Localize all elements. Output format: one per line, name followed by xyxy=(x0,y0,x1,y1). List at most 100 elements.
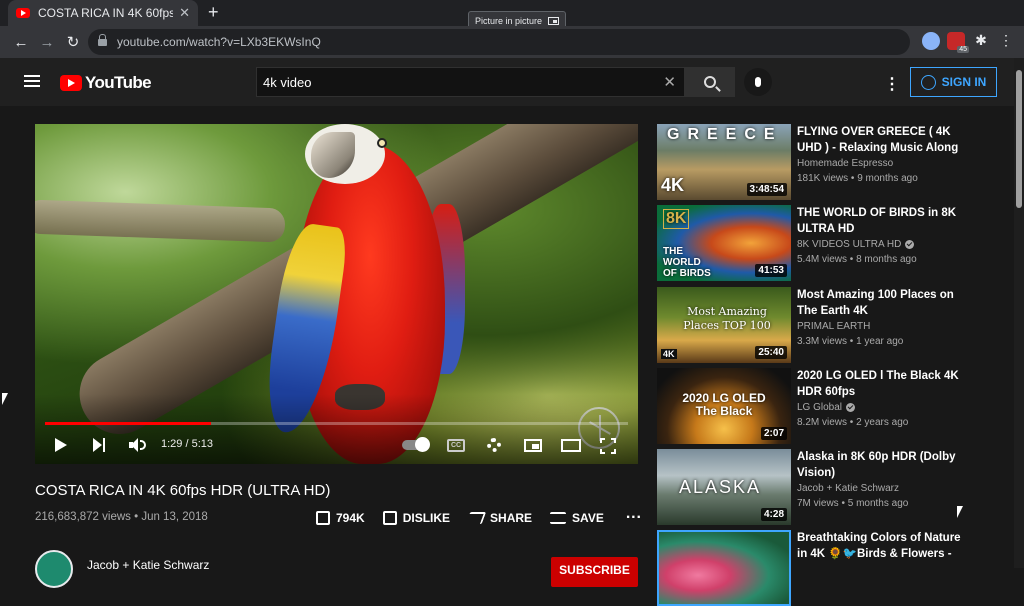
video-thumbnail[interactable]: GREECE 4K 3:48:54 xyxy=(657,124,791,200)
recommendation-stats: 3.3M views • 1 year ago xyxy=(797,336,904,347)
dislike-button[interactable]: DISLIKE xyxy=(382,511,451,525)
like-button[interactable]: 794K xyxy=(316,511,365,525)
save-button[interactable]: SAVE xyxy=(550,511,604,525)
next-icon[interactable] xyxy=(93,438,107,452)
address-bar[interactable]: youtube.com/watch?v=LXb3EKWsInQ xyxy=(88,29,910,55)
recommendation-stats: 8.2M views • 2 years ago xyxy=(797,417,909,428)
player-controls: 1:29 / 5:13 CC xyxy=(35,430,638,458)
extension-icon[interactable]: 45 xyxy=(947,32,969,53)
recommendation-channel[interactable]: PRIMAL EARTH xyxy=(797,321,870,332)
browser-toolbar: ← → ↻ youtube.com/watch?v=LXb3EKWsInQ 45… xyxy=(0,26,1024,58)
sign-in-label: SIGN IN xyxy=(941,75,987,89)
recommendation-item[interactable]: GREECE 4K 3:48:54 FLYING OVER GREECE ( 4… xyxy=(657,124,977,200)
forward-button[interactable]: → xyxy=(34,34,60,51)
fullscreen-icon[interactable] xyxy=(600,438,616,454)
volume-icon[interactable] xyxy=(129,438,147,452)
channel-label: Homemade Espresso xyxy=(797,158,894,169)
search-icon xyxy=(704,76,716,88)
reload-button[interactable]: ↻ xyxy=(60,33,86,51)
browser-menu-icon[interactable]: ⋮ xyxy=(997,32,1015,50)
autoplay-toggle[interactable] xyxy=(402,437,430,452)
verified-badge-icon xyxy=(846,403,856,412)
recommendation-channel[interactable]: 8K VIDEOS ULTRA HD xyxy=(797,239,915,250)
search-query[interactable]: 4k video xyxy=(263,75,663,90)
mouse-cursor-icon xyxy=(2,393,8,405)
recommendation-item[interactable]: Most Amazing Places TOP 100 4K 25:40 Mos… xyxy=(657,287,977,363)
browser-tab[interactable]: COSTA RICA IN 4K 60fps HDR (ULTRA HD) ✕ xyxy=(8,0,198,26)
settings-more-icon[interactable]: ⋮ xyxy=(884,74,900,94)
channel-label: Jacob + Katie Schwarz xyxy=(797,483,899,494)
recommendation-title[interactable]: Alaska in 8K 60p HDR (Dolby Vision) xyxy=(797,449,962,481)
new-tab-button[interactable]: + xyxy=(208,2,219,23)
thumbs-down-icon xyxy=(382,511,397,525)
scrollbar-thumb[interactable] xyxy=(1016,70,1022,208)
search-input[interactable]: 4k video ✕ xyxy=(256,67,685,97)
channel-label: LG Global xyxy=(797,402,843,413)
search-button[interactable] xyxy=(685,67,735,97)
video-title: COSTA RICA IN 4K 60fps HDR (ULTRA HD) xyxy=(35,482,331,499)
miniplayer-icon[interactable] xyxy=(524,439,542,452)
microphone-icon xyxy=(755,77,761,87)
channel-avatar[interactable] xyxy=(35,550,73,588)
video-player[interactable]: 1:29 / 5:13 CC xyxy=(35,124,638,464)
save-label: SAVE xyxy=(572,511,604,525)
recommendation-item[interactable]: 8K THE WORLD OF BIRDS 41:53 THE WORLD OF… xyxy=(657,205,977,281)
youtube-favicon-icon xyxy=(16,8,30,18)
recommendation-title[interactable]: 2020 LG OLED l The Black 4K HDR 60fps xyxy=(797,368,962,400)
url-text[interactable]: youtube.com/watch?v=LXb3EKWsInQ xyxy=(117,35,321,49)
extensions-puzzle-icon[interactable]: ✱ xyxy=(972,32,990,50)
recommendation-stats: 7M views • 5 months ago xyxy=(797,498,909,509)
clear-search-icon[interactable]: ✕ xyxy=(663,73,676,91)
more-actions-icon[interactable]: ··· xyxy=(626,509,642,527)
video-actions: 794K DISLIKE SHARE SAVE ··· xyxy=(316,507,642,529)
play-icon[interactable] xyxy=(55,438,67,452)
video-duration: 4:28 xyxy=(760,508,787,521)
back-button[interactable]: ← xyxy=(8,34,34,51)
recommendation-channel[interactable]: Jacob + Katie Schwarz xyxy=(797,483,899,494)
channel-label: 8K VIDEOS ULTRA HD xyxy=(797,239,902,250)
recommendation-item[interactable]: Breathtaking Colors of Nature in 4K 🌻🐦Bi… xyxy=(657,530,977,606)
subtitles-cc-icon[interactable]: CC xyxy=(447,439,465,452)
thumbnail-text: Most Amazing Places TOP 100 xyxy=(683,305,771,332)
video-thumbnail[interactable]: ALASKA 4:28 xyxy=(657,449,791,525)
tooltip-label: Picture in picture xyxy=(475,15,543,26)
progress-bar[interactable] xyxy=(45,422,628,425)
recommendation-stats: 5.4M views • 8 months ago xyxy=(797,254,917,265)
channel-name[interactable]: Jacob + Katie Schwarz xyxy=(87,558,209,572)
recommendation-title[interactable]: FLYING OVER GREECE ( 4K UHD ) - Relaxing… xyxy=(797,124,962,156)
tab-close-icon[interactable]: ✕ xyxy=(179,5,190,21)
video-thumbnail[interactable]: 2020 LG OLED The Black 2:07 xyxy=(657,368,791,444)
video-thumbnail[interactable] xyxy=(657,530,791,606)
extension-icon[interactable] xyxy=(922,32,940,50)
youtube-play-logo-icon xyxy=(60,75,82,91)
dislike-label: DISLIKE xyxy=(402,511,451,525)
voice-search-button[interactable] xyxy=(744,68,772,96)
time-display: 1:29 / 5:13 xyxy=(161,438,213,450)
quality-badge: 4K xyxy=(661,349,677,359)
progress-fill xyxy=(45,422,211,425)
background-branch xyxy=(35,199,286,243)
video-thumbnail[interactable]: Most Amazing Places TOP 100 4K 25:40 xyxy=(657,287,791,363)
recommendation-stats: 181K views • 9 months ago xyxy=(797,173,918,184)
picture-in-picture-icon[interactable] xyxy=(548,16,560,25)
video-thumbnail[interactable]: 8K THE WORLD OF BIRDS 41:53 xyxy=(657,205,791,281)
recommendation-title[interactable]: Breathtaking Colors of Nature in 4K 🌻🐦Bi… xyxy=(797,530,962,562)
recommendation-channel[interactable]: LG Global xyxy=(797,402,856,413)
recommendation-title[interactable]: Most Amazing 100 Places on The Earth 4K xyxy=(797,287,962,319)
lock-icon[interactable] xyxy=(98,33,107,46)
subscribe-button[interactable]: SUBSCRIBE xyxy=(551,557,638,587)
thumbnail-text: THE WORLD OF BIRDS xyxy=(663,246,711,279)
sign-in-button[interactable]: SIGN IN xyxy=(910,67,997,97)
menu-hamburger-icon[interactable] xyxy=(24,75,40,87)
recommendation-channel[interactable]: Homemade Espresso xyxy=(797,158,893,169)
recommendation-title[interactable]: THE WORLD OF BIRDS in 8K ULTRA HD xyxy=(797,205,962,237)
youtube-logo[interactable]: YouTube xyxy=(60,73,152,93)
video-duration: 2:07 xyxy=(760,427,787,440)
recommendation-item[interactable]: ALASKA 4:28 Alaska in 8K 60p HDR (Dolby … xyxy=(657,449,977,525)
share-button[interactable]: SHARE xyxy=(465,511,532,525)
theater-mode-icon[interactable] xyxy=(561,439,581,452)
recommendation-item[interactable]: 2020 LG OLED The Black 2:07 2020 LG OLED… xyxy=(657,368,977,444)
verified-badge-icon xyxy=(905,240,915,249)
video-views-date: 216,683,872 views • Jun 13, 2018 xyxy=(35,511,208,523)
settings-gear-icon[interactable] xyxy=(487,438,501,452)
